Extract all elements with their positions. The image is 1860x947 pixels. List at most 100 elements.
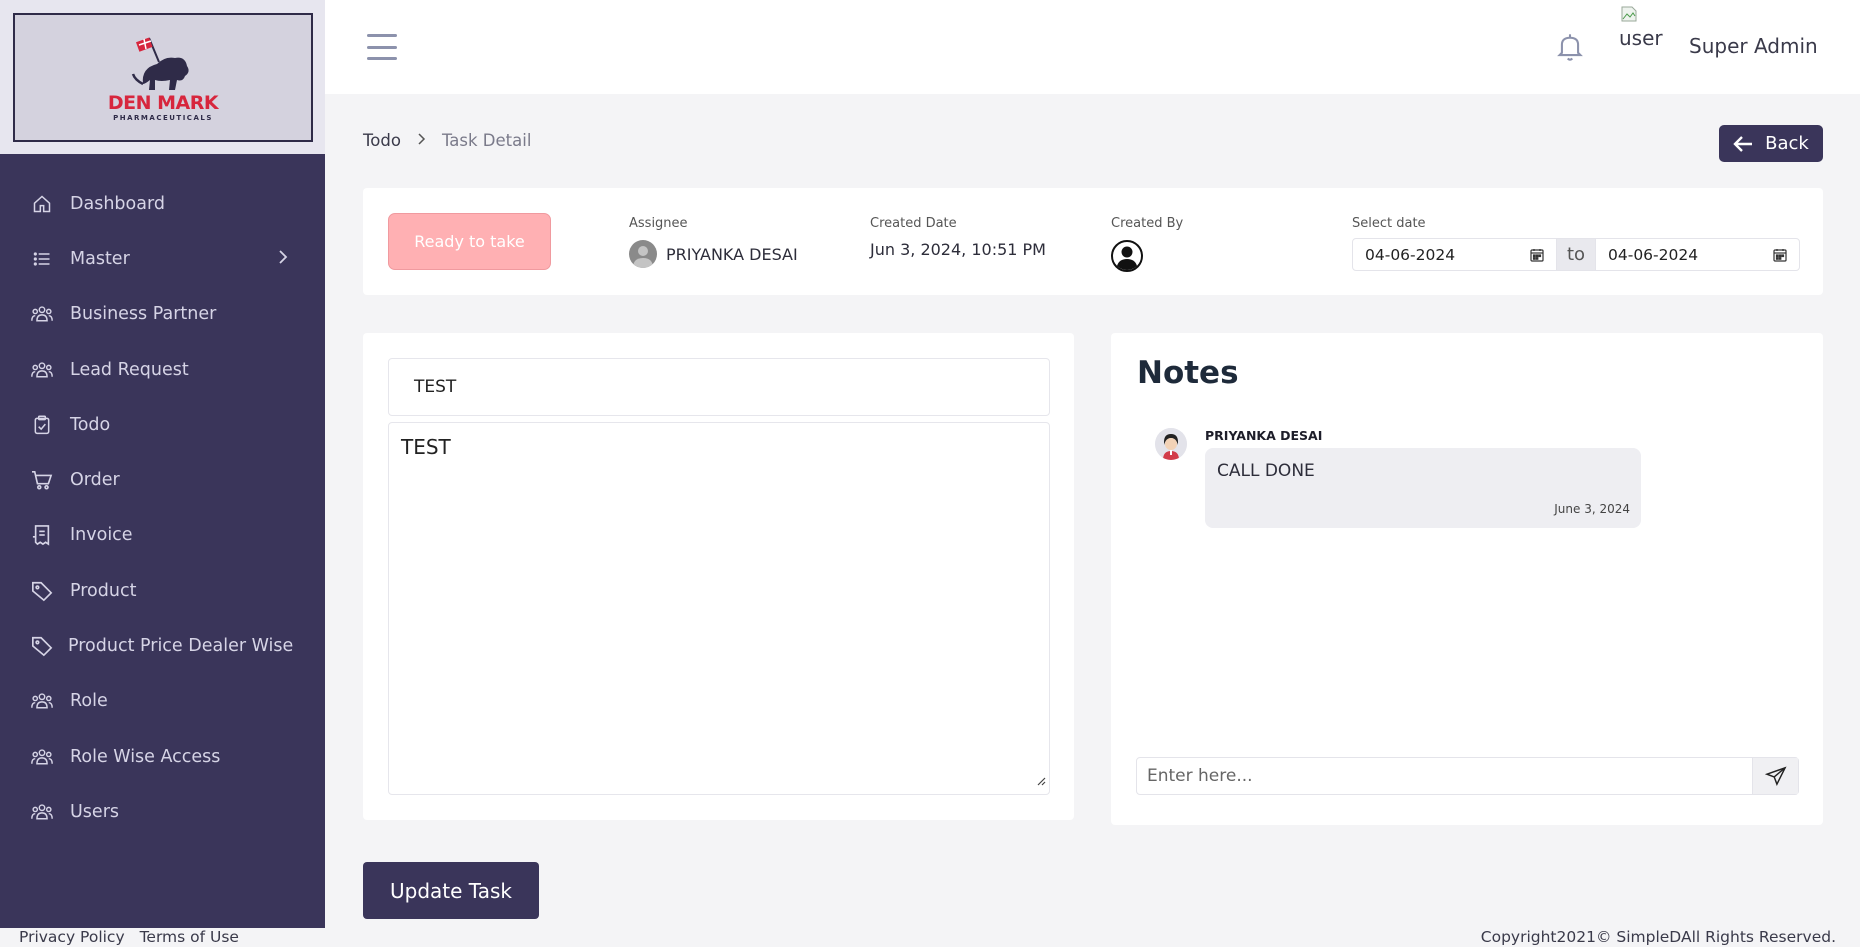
calendar-icon <box>1530 248 1544 262</box>
chevron-right-icon <box>417 132 426 149</box>
brand-name: DEN MARK <box>107 91 219 114</box>
sidebar-item-label: Users <box>70 801 120 822</box>
back-button-label: Back <box>1765 133 1809 154</box>
sidebar-item-product[interactable]: Product <box>0 563 325 618</box>
date-range: 04-06-2024 to 04-06-2024 <box>1352 238 1800 271</box>
assignee-name: PRIYANKA DESAI <box>666 244 798 264</box>
note-date: June 3, 2024 <box>1554 502 1630 516</box>
sidebar-menu: Dashboard Master Business Partner Lead R… <box>0 154 325 840</box>
sidebar-item-todo[interactable]: Todo <box>0 397 325 452</box>
users-group-icon <box>31 801 53 823</box>
created-by-label: Created By <box>1111 216 1184 231</box>
task-title-input[interactable]: TEST <box>388 358 1050 416</box>
sidebar-item-label: Product Price Dealer Wise <box>68 636 294 657</box>
users-group-icon <box>31 303 53 325</box>
sidebar-item-label: Todo <box>70 414 111 435</box>
calendar-icon <box>1773 248 1787 262</box>
breadcrumb-current: Task Detail <box>441 131 532 150</box>
lion-logo-icon <box>131 37 189 90</box>
date-to-value: 04-06-2024 <box>1608 245 1699 264</box>
created-date-block: Created Date Jun 3, 2024, 10:51 PM <box>870 216 1046 259</box>
list-icon <box>31 248 53 270</box>
users-group-icon <box>31 690 53 712</box>
note-input-group <box>1136 757 1799 795</box>
cart-icon <box>31 469 53 491</box>
sidebar-item-label: Role <box>70 691 108 712</box>
date-range-separator: to <box>1557 238 1595 271</box>
brand-logo[interactable]: DEN MARK PHARMACEUTICALS <box>13 13 313 142</box>
brand-subtitle: PHARMACEUTICALS <box>113 113 213 122</box>
sidebar-item-master[interactable]: Master <box>0 231 325 286</box>
select-date-block: Select date 04-06-2024 to 04-06-2024 <box>1352 216 1800 271</box>
menu-toggle-icon[interactable] <box>367 34 397 60</box>
sidebar-item-invoice[interactable]: Invoice <box>0 508 325 563</box>
privacy-policy-link[interactable]: Privacy Policy <box>19 928 125 946</box>
top-header: user Super Admin <box>325 0 1860 94</box>
breadcrumb-todo[interactable]: Todo <box>363 131 401 150</box>
user-avatar[interactable]: user <box>1619 6 1663 50</box>
sidebar-item-product-price-dealer-wise[interactable]: Product Price Dealer Wise <box>0 618 325 673</box>
notes-card: Notes PRIYANKA DESAI CALL DONE June 3, 2… <box>1111 333 1823 825</box>
avatar <box>1155 428 1187 460</box>
task-edit-card: TEST TEST <box>363 333 1074 820</box>
sidebar-item-dashboard[interactable]: Dashboard <box>0 176 325 231</box>
sidebar-item-label: Invoice <box>70 525 133 546</box>
created-by-block: Created By <box>1111 216 1183 272</box>
receipt-icon <box>31 524 53 547</box>
task-description-textarea[interactable]: TEST <box>388 422 1050 795</box>
send-icon <box>1764 766 1787 786</box>
user-circle-icon <box>1111 240 1143 272</box>
logo-area: DEN MARK PHARMACEUTICALS <box>0 0 325 154</box>
back-button[interactable]: Back <box>1719 125 1823 162</box>
notes-title: Notes <box>1137 355 1239 391</box>
created-by-avatar <box>1111 240 1183 272</box>
date-from-input[interactable]: 04-06-2024 <box>1352 238 1557 271</box>
tag-icon <box>31 635 53 657</box>
sidebar-item-role-wise-access[interactable]: Role Wise Access <box>0 729 325 784</box>
sidebar-item-label: Master <box>70 248 130 269</box>
sidebar-item-role[interactable]: Role <box>0 674 325 729</box>
bell-icon[interactable] <box>1556 32 1584 66</box>
arrow-left-icon <box>1733 135 1753 152</box>
user-avatar-alt: user <box>1619 26 1663 50</box>
date-to-input[interactable]: 04-06-2024 <box>1595 238 1800 271</box>
update-task-button[interactable]: Update Task <box>363 862 539 919</box>
created-date-value: Jun 3, 2024, 10:51 PM <box>870 240 1046 259</box>
terms-of-use-link[interactable]: Terms of Use <box>140 928 239 946</box>
tag-icon <box>31 580 53 602</box>
sidebar: DEN MARK PHARMACEUTICALS Dashboard Maste… <box>0 0 325 928</box>
assignee-label: Assignee <box>629 216 688 231</box>
note-input[interactable] <box>1137 758 1752 794</box>
users-group-icon <box>31 359 53 381</box>
sidebar-item-label: Role Wise Access <box>70 746 221 767</box>
sidebar-item-label: Order <box>70 470 120 491</box>
sidebar-item-label: Business Partner <box>70 304 217 325</box>
send-button[interactable] <box>1752 758 1798 794</box>
note-text: CALL DONE <box>1217 461 1315 481</box>
status-button[interactable]: Ready to take <box>388 213 551 270</box>
avatar <box>629 240 657 268</box>
sidebar-item-business-partner[interactable]: Business Partner <box>0 287 325 342</box>
footer-links: Privacy Policy Terms of Use <box>19 928 249 946</box>
home-icon <box>31 193 53 215</box>
assignee-value: PRIYANKA DESAI <box>629 240 798 268</box>
select-date-label: Select date <box>1352 216 1426 231</box>
date-from-value: 04-06-2024 <box>1365 245 1456 264</box>
sidebar-item-label: Product <box>70 580 137 601</box>
note-bubble: CALL DONE June 3, 2024 <box>1205 448 1641 528</box>
sidebar-item-label: Dashboard <box>70 193 165 214</box>
assignee-block: Assignee PRIYANKA DESAI <box>629 216 798 268</box>
task-info-card: Ready to take Assignee PRIYANKA DESAI Cr… <box>363 188 1823 295</box>
chevron-right-icon <box>277 249 289 269</box>
note-author: PRIYANKA DESAI <box>1205 428 1323 443</box>
sidebar-item-lead-request[interactable]: Lead Request <box>0 342 325 397</box>
task-description-text: TEST <box>401 435 451 459</box>
sidebar-item-users[interactable]: Users <box>0 784 325 839</box>
users-group-icon <box>31 746 53 768</box>
user-name[interactable]: Super Admin <box>1689 34 1818 58</box>
sidebar-item-label: Lead Request <box>70 359 189 380</box>
broken-image-icon <box>1621 6 1637 22</box>
sidebar-item-order[interactable]: Order <box>0 452 325 507</box>
resize-handle-icon[interactable] <box>1036 767 1046 791</box>
clipboard-check-icon <box>31 414 53 436</box>
